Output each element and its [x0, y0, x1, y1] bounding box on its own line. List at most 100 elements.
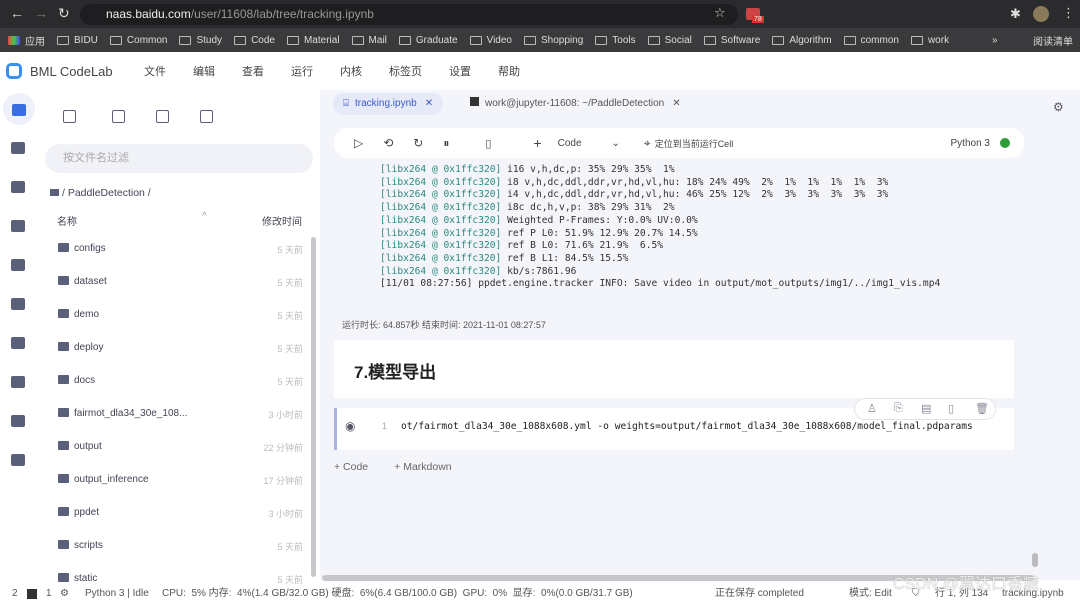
- file-row[interactable]: output_inference 17 分钟前: [58, 474, 303, 494]
- forward-icon[interactable]: →: [34, 5, 48, 21]
- chip-icon[interactable]: [11, 454, 25, 466]
- bookmark-item[interactable]: Code: [234, 35, 275, 46]
- markdown-cell[interactable]: 7.模型导出: [334, 340, 1014, 398]
- upload-icon[interactable]: [156, 110, 169, 123]
- bookmark-label: Study: [196, 34, 223, 46]
- bookmark-item[interactable]: 应用: [8, 33, 45, 48]
- close-icon[interactable]: ✕: [672, 98, 680, 109]
- bookmark-item[interactable]: Video: [469, 35, 512, 46]
- bookmark-item[interactable]: work: [910, 35, 949, 46]
- locate-running-cell-button[interactable]: 定位到当前运行Cell: [655, 137, 734, 150]
- file-row[interactable]: output 22 分钟前: [58, 441, 303, 461]
- close-icon[interactable]: ✕: [425, 98, 433, 109]
- file-name: scripts: [74, 540, 103, 551]
- apps-icon[interactable]: [11, 298, 25, 310]
- file-row[interactable]: docs 5 天前: [58, 375, 303, 395]
- locate-icon[interactable]: ⌖: [644, 136, 651, 151]
- file-row[interactable]: scripts 5 天前: [58, 540, 303, 560]
- bookmark-label: Graduate: [415, 34, 458, 46]
- filter-input[interactable]: 按文件名过滤: [45, 144, 313, 173]
- bookmark-item[interactable]: BIDU: [57, 35, 98, 46]
- menu-item[interactable]: 编辑: [193, 63, 215, 79]
- log-prefix: [libx264 @ 0x1ffc320]: [380, 176, 502, 188]
- run-cell-icon[interactable]: ◉: [345, 419, 355, 433]
- download-icon[interactable]: [11, 376, 25, 388]
- code-icon[interactable]: [11, 181, 25, 193]
- back-icon[interactable]: ←: [10, 5, 24, 21]
- sort-asc-icon[interactable]: ^: [202, 211, 207, 222]
- restart-icon[interactable]: ↻: [413, 136, 423, 150]
- bookmark-star-icon[interactable]: ☆: [714, 5, 726, 21]
- address-bar[interactable]: naas.baidu.com/user/11608/lab/tree/track…: [80, 4, 738, 25]
- new-file-icon[interactable]: [63, 110, 76, 123]
- menu-item[interactable]: 设置: [449, 63, 471, 79]
- add-code-button[interactable]: + Code: [334, 461, 368, 473]
- cell-type-select[interactable]: Code: [558, 138, 582, 149]
- file-row[interactable]: configs 5 天前: [58, 243, 303, 263]
- copy-icon[interactable]: ▤: [921, 402, 931, 415]
- bookmark-item[interactable]: Mail: [351, 34, 387, 46]
- file-row[interactable]: deploy 5 天前: [58, 342, 303, 362]
- breadcrumb[interactable]: / PaddleDetection /: [50, 187, 151, 199]
- file-row[interactable]: dataset 5 天前: [58, 276, 303, 296]
- toolbox-icon[interactable]: [11, 220, 25, 232]
- menu-item[interactable]: 帮助: [498, 63, 520, 79]
- extensions-icon[interactable]: ✱: [1010, 6, 1021, 22]
- bookmark-item[interactable]: Study: [179, 35, 222, 46]
- more-bookmarks-button[interactable]: »: [992, 35, 998, 46]
- file-name: fairmot_dla34_30e_108...: [74, 408, 188, 419]
- reading-list-button[interactable]: 阅读清单: [1033, 33, 1073, 48]
- run-all-icon[interactable]: ⟲: [383, 136, 393, 150]
- menu-item[interactable]: 文件: [144, 63, 166, 79]
- vertical-scrollbar[interactable]: [1032, 553, 1038, 567]
- tab-terminal[interactable]: work@jupyter-11608: ~/PaddleDetection ✕: [460, 93, 691, 115]
- file-name: configs: [74, 243, 106, 254]
- settings-icon[interactable]: [11, 415, 25, 427]
- column-name[interactable]: 名称: [57, 213, 77, 228]
- add-markdown-button[interactable]: + Markdown: [394, 461, 451, 473]
- file-list-scrollbar[interactable]: [311, 237, 316, 577]
- bookmark-item[interactable]: Social: [647, 35, 692, 46]
- kernel-status[interactable]: Python 3 | Idle: [85, 585, 149, 602]
- save-icon[interactable]: ▯: [485, 137, 491, 150]
- refresh-icon[interactable]: [200, 110, 213, 123]
- menu-item[interactable]: 运行: [291, 63, 313, 79]
- code-editor[interactable]: ot/fairmot_dla34_30e_1088x608.yml -o wei…: [401, 421, 973, 432]
- bookmark-icon[interactable]: ▯: [948, 402, 954, 415]
- interrupt-icon[interactable]: ⏸: [443, 136, 449, 151]
- file-row[interactable]: ppdet 3 小时前: [58, 507, 303, 527]
- layers-icon[interactable]: [11, 337, 25, 349]
- delete-icon[interactable]: 🗑: [975, 402, 989, 415]
- bookmark-label: Mail: [368, 34, 387, 46]
- run-icon[interactable]: ▷: [354, 136, 363, 150]
- tab-tracking[interactable]: ⌸ tracking.ipynb ✕: [333, 93, 444, 115]
- gear-icon[interactable]: ⚙: [1053, 100, 1064, 114]
- datasets-icon[interactable]: [11, 142, 25, 154]
- bookmark-item[interactable]: Common: [109, 35, 167, 46]
- bookmark-item[interactable]: Shopping: [524, 35, 583, 46]
- bookmark-item[interactable]: Tools: [595, 35, 636, 46]
- file-row[interactable]: demo 5 天前: [58, 309, 303, 329]
- bookmark-item[interactable]: common: [843, 35, 899, 46]
- bookmark-item[interactable]: Material: [286, 35, 340, 46]
- format-icon[interactable]: ♙: [867, 402, 877, 415]
- column-modified[interactable]: 修改时间: [262, 213, 302, 228]
- file-row[interactable]: fairmot_dla34_30e_108... 3 小时前: [58, 408, 303, 428]
- avatar[interactable]: [1033, 6, 1049, 22]
- reload-icon[interactable]: ↻: [58, 5, 70, 22]
- insert-below-icon[interactable]: ⎘: [894, 402, 903, 415]
- new-folder-icon[interactable]: [112, 110, 125, 123]
- kernel-name[interactable]: Python 3: [951, 138, 990, 149]
- files-tab[interactable]: [3, 93, 35, 125]
- chevron-down-icon[interactable]: ⌄: [612, 138, 620, 149]
- menu-icon[interactable]: ⋮: [1062, 5, 1075, 21]
- bookmark-item[interactable]: Software: [703, 35, 760, 46]
- folder-icon: [910, 35, 923, 45]
- add-cell-icon[interactable]: +: [533, 135, 541, 151]
- bookmark-item[interactable]: Algorithm: [772, 35, 832, 46]
- menu-item[interactable]: 内核: [340, 63, 362, 79]
- menu-item[interactable]: 标签页: [389, 63, 422, 79]
- mail-icon[interactable]: [11, 259, 25, 271]
- menu-item[interactable]: 查看: [242, 63, 264, 79]
- bookmark-item[interactable]: Graduate: [398, 34, 458, 46]
